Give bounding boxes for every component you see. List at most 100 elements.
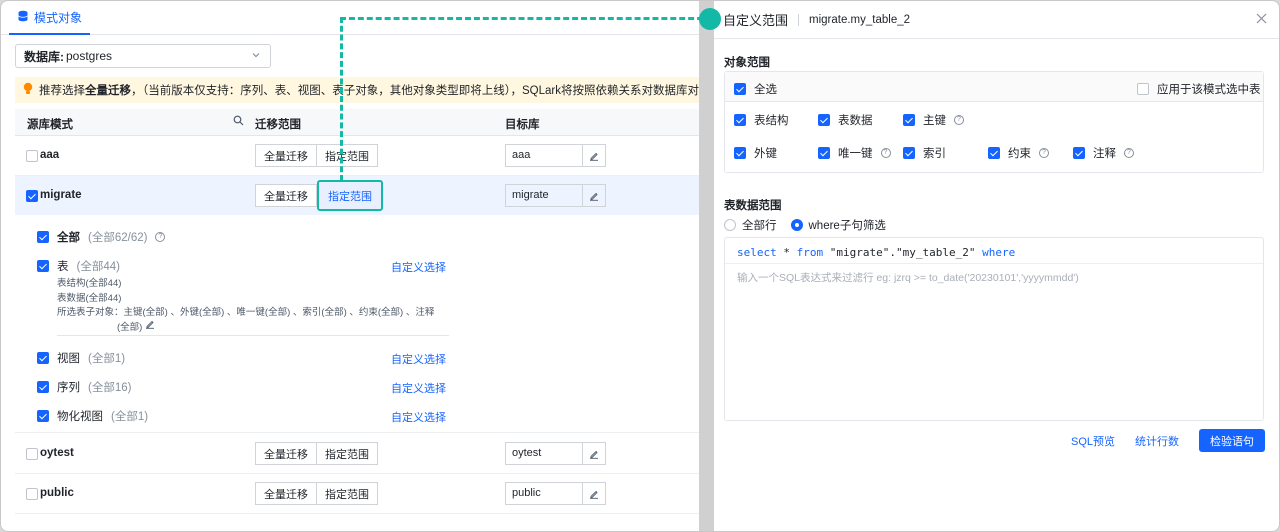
scope-button-group: 全量迁移 指定范围	[255, 180, 383, 211]
target-input[interactable]: oytest	[505, 442, 583, 465]
search-icon[interactable]	[233, 115, 244, 129]
connector-dot	[699, 8, 721, 30]
apply-all-checkbox[interactable]: 应用于该模式选中表	[1137, 81, 1261, 97]
checkbox[interactable]	[988, 147, 1000, 159]
target-input[interactable]: aaa	[505, 144, 583, 167]
target-input[interactable]: public	[505, 482, 583, 505]
database-select-label: 数据库:	[24, 49, 64, 64]
close-icon[interactable]	[1256, 13, 1267, 27]
help-icon: ?	[155, 232, 166, 242]
full-migrate-button[interactable]: 全量迁移	[255, 482, 317, 505]
option-label: 外键	[754, 148, 777, 160]
connector-line	[340, 17, 343, 181]
radio-label: 全部行	[742, 220, 777, 232]
option-struct[interactable]: 表结构	[734, 112, 789, 128]
drawer-table-name: migrate.my_table_2	[809, 13, 911, 26]
checkbox[interactable]	[903, 147, 915, 159]
sql-keyword: select	[737, 246, 777, 259]
subobject-sequence[interactable]: 序列 (全部16)	[37, 379, 131, 395]
option-pk[interactable]: 主键?	[903, 112, 964, 128]
checkbox[interactable]	[818, 147, 830, 159]
option-label: 约束	[1008, 148, 1031, 160]
row-checkbox[interactable]	[26, 488, 38, 500]
database-select-value: postgres	[66, 49, 113, 63]
checkbox[interactable]	[903, 114, 915, 126]
notice-bold: 全量迁移	[85, 85, 131, 97]
checkbox[interactable]	[818, 114, 830, 126]
custom-select-link[interactable]: 自定义选择	[391, 409, 446, 425]
subobject-table[interactable]: 表 (全部44)	[37, 258, 120, 274]
subobject-all[interactable]: 全部 (全部62/62) ?	[37, 229, 166, 245]
database-select[interactable]: 数据库: postgres	[15, 44, 271, 68]
edit-icon[interactable]	[583, 442, 606, 465]
edit-icon[interactable]	[145, 318, 155, 332]
tab-schema-objects[interactable]: 模式对象	[9, 1, 91, 35]
subobjects-text: 所选表子对象：主键(全部) 、外键(全部) 、唯一键(全部) 、索引(全部) 、…	[57, 307, 435, 318]
option-comment[interactable]: 注释?	[1073, 145, 1134, 161]
sql-editor[interactable]: select * from "migrate"."my_table_2" whe…	[724, 237, 1264, 421]
custom-scope-button[interactable]: 指定范围	[317, 144, 378, 167]
option-data[interactable]: 表数据	[818, 112, 873, 128]
select-all-checkbox[interactable]: 全选	[734, 81, 777, 97]
radio-dot[interactable]	[790, 219, 803, 231]
custom-select-link[interactable]: 自定义选择	[391, 259, 446, 275]
option-fk[interactable]: 外键	[734, 145, 777, 161]
radio-dot[interactable]	[724, 219, 736, 231]
all-checkbox[interactable]	[37, 231, 49, 243]
radio-all-rows[interactable]: 全部行	[724, 217, 777, 233]
row-schema-name: public	[40, 487, 74, 499]
radio-where[interactable]: where子句筛选	[790, 217, 886, 233]
mview-checkbox[interactable]	[37, 410, 49, 422]
drawer-footer: SQL预览 统计行数 检验语句	[1071, 429, 1265, 452]
checkbox[interactable]	[734, 83, 746, 95]
subobject-mview[interactable]: 物化视图 (全部1)	[37, 408, 148, 424]
option-constraint[interactable]: 约束?	[988, 145, 1049, 161]
custom-scope-button[interactable]: 指定范围	[317, 482, 378, 505]
checkbox[interactable]	[734, 147, 746, 159]
validate-button[interactable]: 检验语句	[1199, 429, 1265, 452]
view-label: 视图	[57, 353, 80, 365]
notice-text: ，（当前版本仅支持：序列、表、视图、表子对象，其他对象类型即将上线），SQLar…	[131, 85, 699, 97]
target-field: aaa	[505, 144, 606, 167]
subobject-view[interactable]: 视图 (全部1)	[37, 350, 125, 366]
row-checkbox[interactable]	[26, 150, 38, 162]
row-schema-name: oytest	[40, 447, 74, 459]
view-checkbox[interactable]	[37, 352, 49, 364]
checkbox[interactable]	[1073, 147, 1085, 159]
target-field: migrate	[505, 184, 606, 207]
custom-select-link[interactable]: 自定义选择	[391, 380, 446, 396]
help-icon: ?	[954, 115, 964, 125]
custom-scope-button[interactable]: 指定范围	[317, 442, 378, 465]
sql-prefix: select * from "migrate"."my_table_2" whe…	[737, 246, 1015, 259]
data-scope-title: 表数据范围	[724, 200, 782, 212]
view-count: (全部1)	[88, 353, 126, 365]
row-checkbox[interactable]	[26, 190, 38, 202]
full-migrate-button[interactable]: 全量迁移	[255, 144, 317, 167]
edit-icon[interactable]	[583, 184, 606, 207]
edit-icon[interactable]	[583, 482, 606, 505]
edit-icon[interactable]	[583, 144, 606, 167]
checkbox[interactable]	[1137, 83, 1149, 95]
checkbox[interactable]	[734, 114, 746, 126]
sql-filter-input[interactable]: 输入一个SQL表达式来过滤行 eg: jzrq >= to_date('2023…	[737, 270, 1079, 285]
chevron-down-icon	[250, 49, 262, 64]
option-index[interactable]: 索引	[903, 145, 946, 161]
custom-scope-button[interactable]: 指定范围	[317, 180, 383, 211]
notice-prefix: 推荐选择	[39, 85, 85, 97]
sequence-checkbox[interactable]	[37, 381, 49, 393]
row-checkbox[interactable]	[26, 448, 38, 460]
sql-preview-button[interactable]: SQL预览	[1071, 433, 1115, 449]
option-label: 表数据	[838, 115, 873, 127]
table-row: public 全量迁移 指定范围 public	[15, 474, 699, 514]
header-scope: 迁移范围	[255, 119, 301, 131]
full-migrate-button[interactable]: 全量迁移	[255, 442, 317, 465]
option-unique[interactable]: 唯一键?	[818, 145, 891, 161]
select-all-row: 全选 应用于该模式选中表	[725, 72, 1263, 102]
full-migrate-button[interactable]: 全量迁移	[255, 184, 317, 207]
sequence-label: 序列	[57, 382, 80, 394]
count-rows-button[interactable]: 统计行数	[1135, 433, 1179, 449]
custom-select-link[interactable]: 自定义选择	[391, 351, 446, 367]
help-icon: ?	[880, 148, 891, 158]
table-checkbox[interactable]	[37, 260, 49, 272]
target-input[interactable]: migrate	[505, 184, 583, 207]
